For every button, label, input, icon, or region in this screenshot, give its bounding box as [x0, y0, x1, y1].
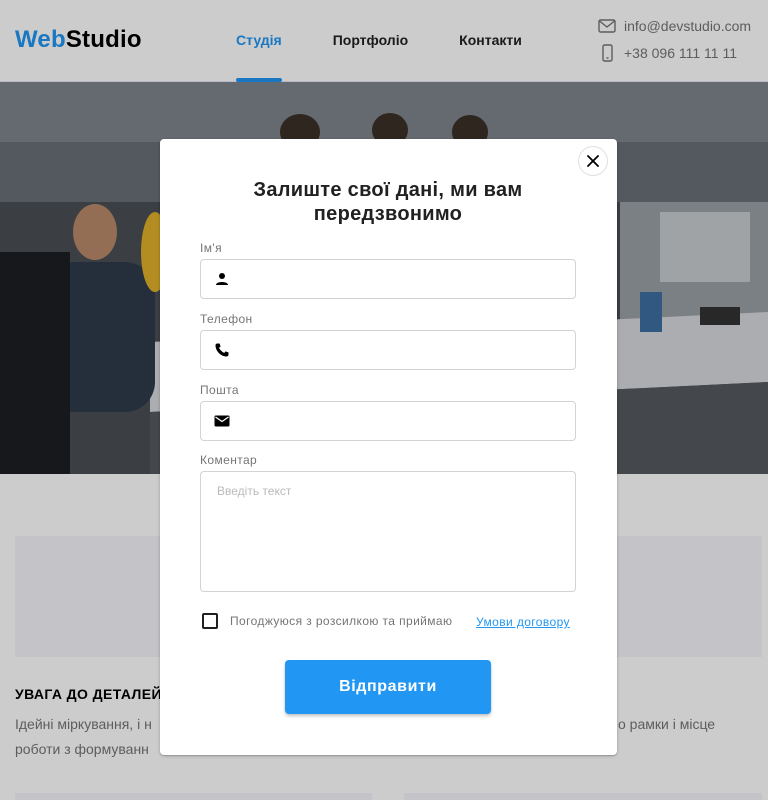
- phone-field-wrapper: [200, 330, 576, 370]
- close-button[interactable]: [578, 146, 608, 176]
- phone-input[interactable]: [241, 331, 571, 369]
- terms-link[interactable]: Умови договору: [476, 615, 570, 629]
- phone-label: Телефон: [200, 312, 253, 326]
- email-input[interactable]: [241, 402, 571, 440]
- email-field-wrapper: [200, 401, 576, 441]
- modal-title: Залиште свої дані, ми вам передзвонимо: [253, 179, 523, 225]
- agree-row: Погоджуюся з розсилкою та приймаю: [202, 613, 452, 629]
- person-icon: [216, 273, 228, 285]
- phone-handset-icon: [215, 343, 229, 357]
- submit-button[interactable]: Відправити: [285, 660, 491, 714]
- email-label: Пошта: [200, 383, 239, 397]
- comment-textarea[interactable]: [200, 471, 576, 592]
- agree-checkbox[interactable]: [202, 613, 218, 629]
- name-label: Ім'я: [200, 241, 222, 255]
- name-input[interactable]: [241, 260, 571, 298]
- close-icon: [587, 155, 599, 167]
- comment-label: Коментар: [200, 453, 258, 467]
- envelope-icon: [214, 415, 230, 427]
- agree-text: Погоджуюся з розсилкою та приймаю: [230, 614, 453, 628]
- name-field-wrapper: [200, 259, 576, 299]
- callback-modal: Залиште свої дані, ми вам передзвонимо І…: [160, 139, 617, 755]
